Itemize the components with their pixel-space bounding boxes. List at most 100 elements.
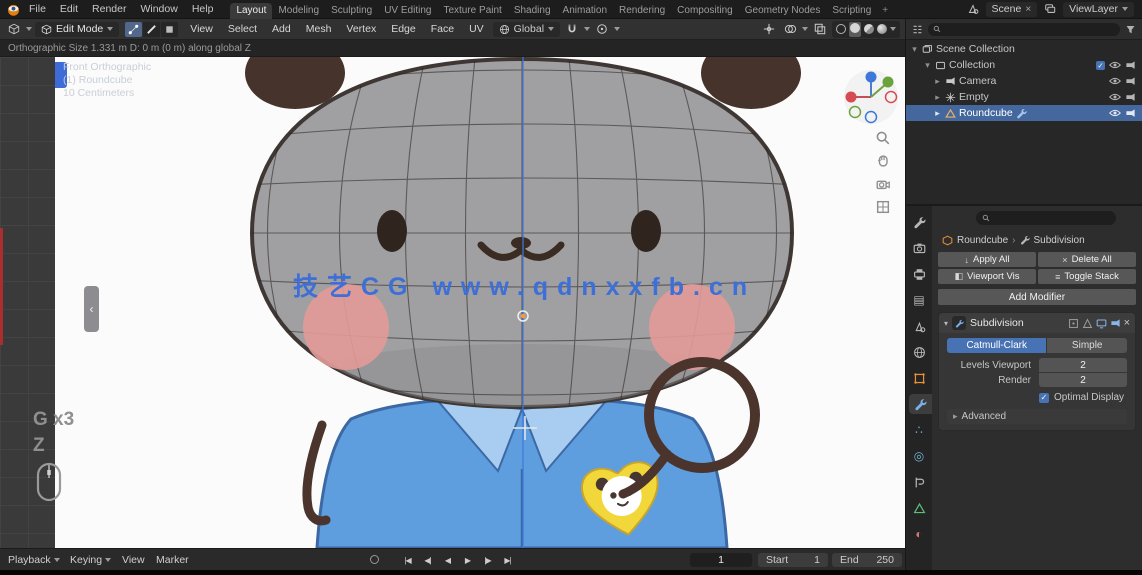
scene-selector[interactable]: Scene × (985, 1, 1038, 17)
modifier-name[interactable]: Subdivision (970, 317, 1064, 329)
frame-start-field[interactable]: Start 1 (758, 553, 828, 567)
render-camera-icon[interactable] (1125, 76, 1136, 86)
catmull-clark-button[interactable]: Catmull-Clark (947, 338, 1047, 353)
outliner-editor-icon[interactable] (912, 24, 923, 35)
shading-material-icon[interactable] (864, 24, 874, 34)
add-workspace-button[interactable]: + (877, 3, 893, 19)
collapsed-caret-icon[interactable]: ▸ (933, 92, 942, 103)
transform-orientation-selector[interactable]: Global (492, 21, 561, 37)
menu-edge[interactable]: Edge (385, 19, 422, 40)
toggle-stack-button[interactable]: ≡ Toggle Stack (1038, 269, 1136, 284)
prev-keyframe-button[interactable]: ◀| (420, 556, 435, 565)
hide-eye-icon[interactable] (1109, 61, 1121, 69)
proportional-caret-icon[interactable] (614, 27, 621, 31)
toolbar-collapse-tab[interactable]: ‹ (84, 286, 99, 332)
keying-menu[interactable]: Keying (70, 549, 112, 571)
blender-logo-icon[interactable] (4, 2, 22, 17)
tab-render-icon[interactable] (906, 238, 932, 258)
editor-type-icon[interactable] (5, 21, 23, 37)
auto-keying-toggle-icon[interactable] (370, 555, 379, 564)
menu-add[interactable]: Add (266, 19, 297, 40)
workspace-tab-layout[interactable]: Layout (230, 2, 273, 19)
scene-browse-icon[interactable] (964, 1, 982, 17)
close-modifier-icon[interactable]: × (1124, 317, 1130, 329)
menu-view[interactable]: View (184, 19, 219, 40)
view-layer-selector[interactable]: ViewLayer (1063, 1, 1134, 17)
tab-material-icon[interactable]: ◐ (906, 524, 932, 544)
tab-view-layer-icon[interactable]: ▤ (906, 290, 932, 310)
collapsed-caret-icon[interactable]: ▸ (933, 76, 942, 87)
tab-constraints-icon[interactable] (906, 472, 932, 492)
levels-viewport-field[interactable]: 2 (1039, 358, 1127, 372)
shading-solid-icon[interactable] (849, 21, 861, 37)
workspace-tab-compositing[interactable]: Compositing (671, 3, 739, 19)
reference-image-area[interactable]: Front Orthographic (1) Roundcube 10 Cent… (55, 57, 905, 548)
editor-type-caret-icon[interactable] (26, 27, 32, 31)
menu-select[interactable]: Select (222, 19, 263, 40)
shading-wireframe-icon[interactable] (836, 24, 846, 34)
shading-caret-icon[interactable] (890, 27, 896, 31)
view-menu[interactable]: View (122, 549, 145, 571)
workspace-tab-sculpting[interactable]: Sculpting (325, 3, 378, 19)
vertex-select-icon[interactable] (125, 21, 143, 37)
menu-file[interactable]: File (22, 0, 53, 19)
outliner-row-camera[interactable]: ▸ Camera (906, 73, 1142, 89)
workspace-tab-rendering[interactable]: Rendering (613, 3, 671, 19)
menu-vertex[interactable]: Vertex (340, 19, 382, 40)
ortho-toggle-icon[interactable] (875, 199, 891, 215)
hide-eye-icon[interactable] (1109, 109, 1121, 117)
outliner-row-collection[interactable]: ▾ Collection ✓ (906, 57, 1142, 73)
show-gizmo-icon[interactable] (760, 21, 778, 37)
render-camera-icon[interactable] (1125, 108, 1136, 118)
face-select-icon[interactable] (161, 21, 179, 37)
viewport-vis-button[interactable]: ◧ Viewport Vis (938, 269, 1036, 284)
menu-help[interactable]: Help (185, 0, 221, 19)
simple-button[interactable]: Simple (1047, 338, 1127, 353)
breadcrumb-object[interactable]: Roundcube (957, 235, 1008, 246)
tab-scene-icon[interactable] (906, 316, 932, 336)
edit-mode-display-icon[interactable] (1068, 318, 1079, 329)
modifier-header[interactable]: ▾ Subdivision × (939, 313, 1135, 333)
camera-view-icon[interactable] (875, 176, 891, 192)
next-keyframe-button[interactable]: |▶ (480, 556, 495, 565)
workspace-tab-uv-editing[interactable]: UV Editing (378, 3, 437, 19)
xray-toggle-icon[interactable] (811, 21, 829, 37)
jump-to-start-button[interactable]: |◀ (400, 556, 415, 565)
navigation-gizmo[interactable] (842, 68, 900, 126)
outliner-search-input[interactable] (928, 22, 1120, 36)
breadcrumb-modifier[interactable]: Subdivision (1034, 235, 1085, 246)
tab-tool-icon[interactable] (906, 212, 932, 232)
properties-search-input[interactable] (976, 211, 1116, 225)
delete-all-button[interactable]: × Delete All (1038, 252, 1136, 267)
optimal-display-checkbox[interactable]: ✓ (1039, 392, 1049, 403)
playback-menu[interactable]: Playback (8, 549, 60, 571)
render-camera-icon[interactable] (1125, 60, 1136, 70)
menu-window[interactable]: Window (133, 0, 184, 19)
play-reverse-button[interactable]: ◀ (440, 556, 455, 565)
tab-physics-icon[interactable]: ◎ (906, 446, 932, 466)
unlink-scene-icon[interactable]: × (1025, 4, 1031, 15)
expand-caret-icon[interactable]: ▾ (944, 319, 948, 328)
workspace-tab-modeling[interactable]: Modeling (272, 3, 325, 19)
menu-mesh[interactable]: Mesh (300, 19, 338, 40)
expand-caret-icon[interactable]: ▾ (923, 60, 932, 71)
pan-hand-icon[interactable] (875, 153, 891, 169)
expand-caret-icon[interactable]: ▾ (910, 44, 919, 55)
add-modifier-button[interactable]: Add Modifier (938, 289, 1136, 305)
mode-selector[interactable]: Edit Mode (35, 21, 120, 37)
render-camera-icon[interactable] (1125, 92, 1136, 102)
realtime-display-icon[interactable] (1096, 318, 1107, 329)
proportional-edit-icon[interactable] (593, 21, 611, 37)
frame-end-field[interactable]: End 250 (832, 553, 902, 567)
hide-eye-icon[interactable] (1109, 77, 1121, 85)
workspace-tab-texture-paint[interactable]: Texture Paint (437, 3, 507, 19)
tab-particles-icon[interactable]: ∴ (906, 420, 932, 440)
jump-to-end-button[interactable]: ▶| (500, 556, 515, 565)
render-enable-icon[interactable] (1110, 318, 1121, 328)
show-overlays-icon[interactable] (781, 21, 799, 37)
current-frame-field[interactable]: 1 (690, 553, 752, 567)
menu-face[interactable]: Face (425, 19, 460, 40)
zoom-icon[interactable] (875, 130, 891, 146)
cage-display-icon[interactable] (1082, 317, 1093, 329)
tab-object-icon[interactable] (906, 368, 932, 388)
